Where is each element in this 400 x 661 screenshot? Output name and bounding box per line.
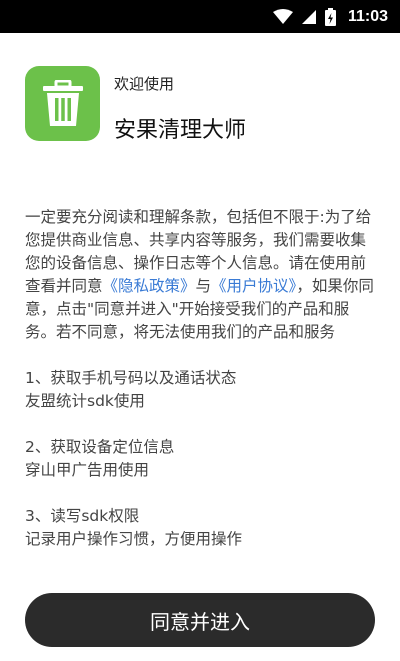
permission-title: 2、获取设备定位信息 [25, 438, 175, 456]
terms-intro: 一定要充分阅读和理解条款，包括但不限于:为了给您提供商业信息、共享内容等服务，我… [25, 206, 377, 344]
cellular-signal-icon [301, 9, 316, 24]
status-bar: 11:03 [0, 0, 400, 33]
permission-desc: 穿山甲广告用使用 [25, 461, 150, 479]
permission-item: 3、读写sdk权限 记录用户操作习惯，方便用操作 [25, 505, 377, 551]
app-name: 安果清理大师 [114, 118, 247, 143]
clock: 11:03 [347, 7, 388, 25]
user-agreement-link[interactable]: 《用户协议》 [211, 277, 296, 295]
permission-item: 2、获取设备定位信息 穿山甲广告用使用 [25, 436, 377, 482]
terms-text: 一定要充分阅读和理解条款，包括但不限于:为了给您提供商业信息、共享内容等服务，我… [25, 206, 377, 551]
permission-desc: 记录用户操作习惯，方便用操作 [25, 530, 243, 548]
privacy-policy-link[interactable]: 《隐私政策》 [103, 277, 196, 295]
permission-item: 1、获取手机号码以及通话状态 友盟统计sdk使用 [25, 367, 377, 413]
agree-and-enter-button[interactable]: 同意并进入 [25, 593, 375, 647]
permission-desc: 友盟统计sdk使用 [25, 392, 145, 410]
permission-title: 3、读写sdk权限 [25, 507, 140, 525]
permission-title: 1、获取手机号码以及通话状态 [25, 369, 237, 387]
wifi-icon [272, 8, 293, 24]
battery-charging-icon [324, 7, 336, 26]
trash-can-icon [42, 79, 83, 126]
welcome-text: 欢迎使用 [114, 75, 175, 93]
terms-connector: 与 [195, 277, 212, 295]
app-icon [25, 66, 100, 141]
